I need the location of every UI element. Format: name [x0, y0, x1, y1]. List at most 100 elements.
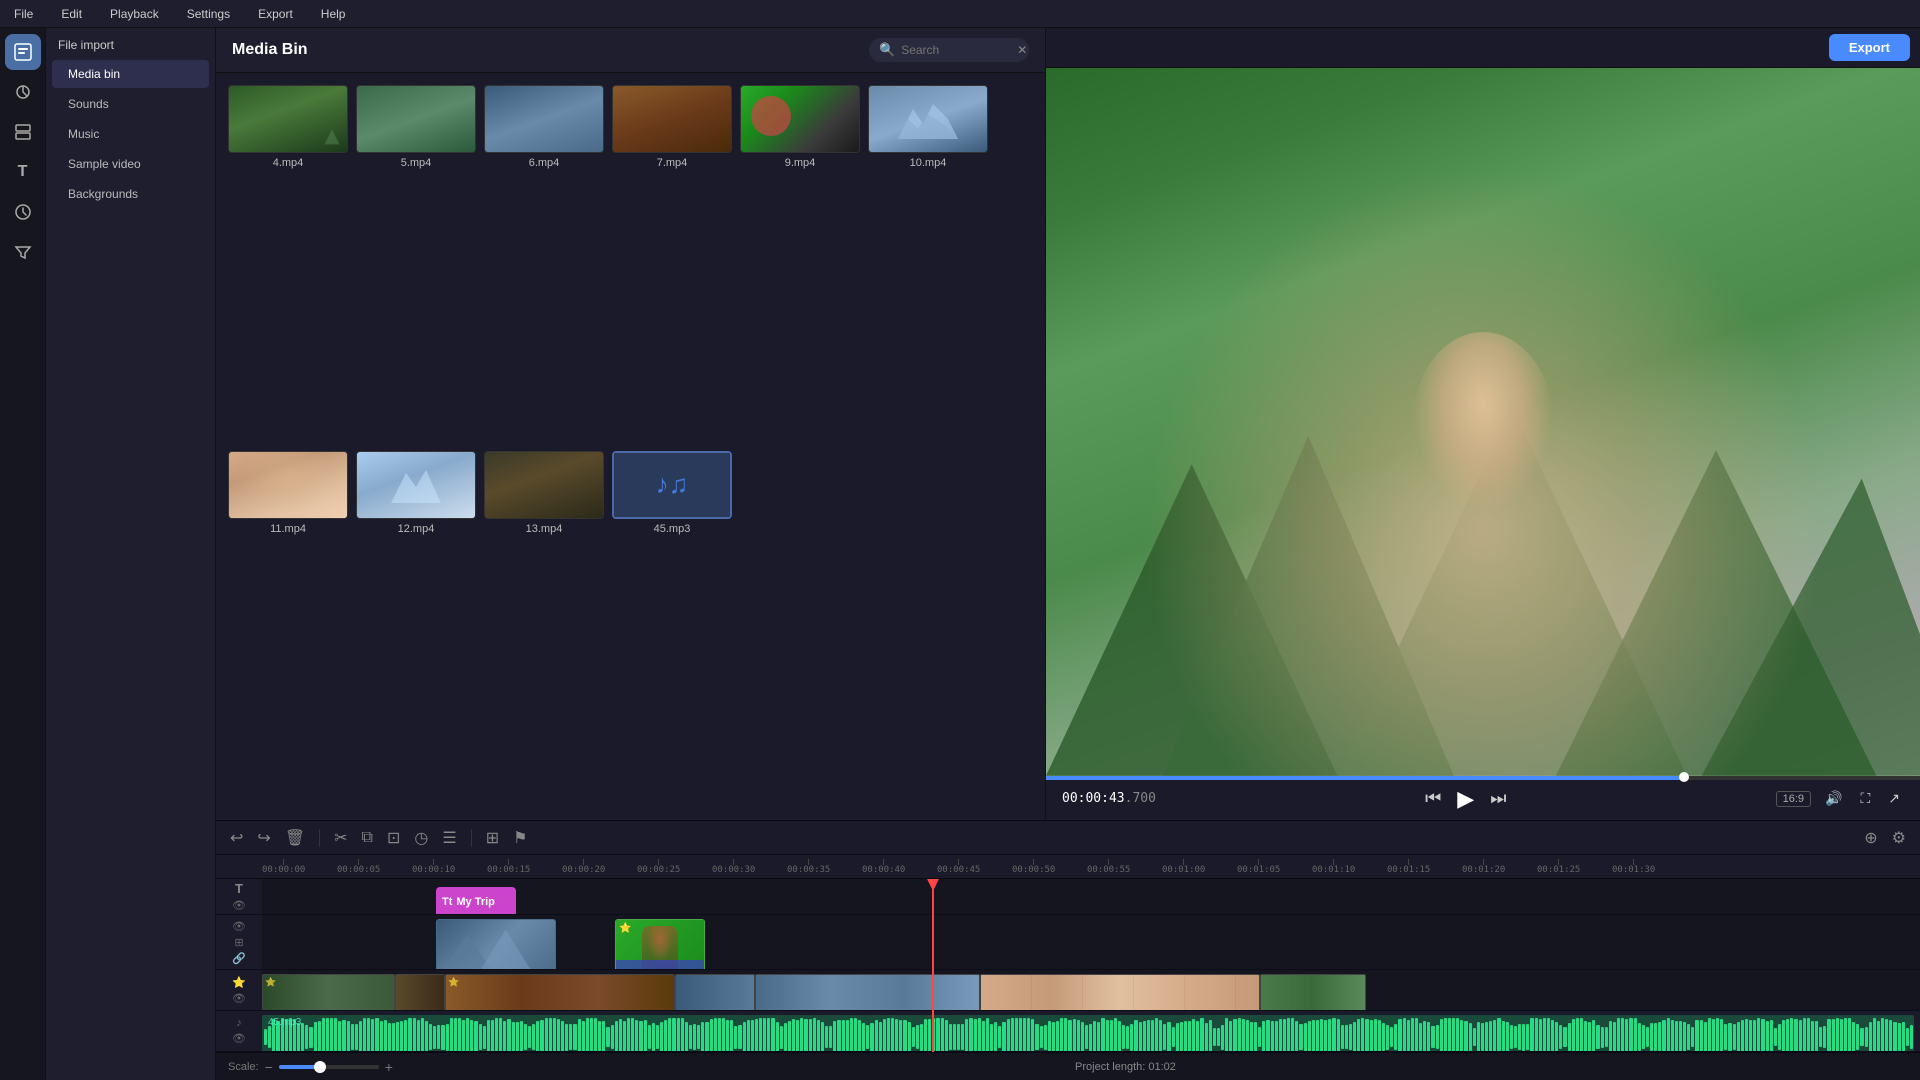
- volume-icon[interactable]: 🔊: [1821, 788, 1846, 809]
- search-clear-btn[interactable]: ✕: [1017, 43, 1027, 57]
- media-item-12[interactable]: 12.mp4: [356, 451, 476, 809]
- nav-media-bin[interactable]: Media bin: [52, 60, 209, 88]
- overlay-link-icon[interactable]: ⊞: [234, 936, 243, 949]
- copy-btn[interactable]: ⧉: [358, 827, 377, 849]
- toolbar-separator-1: [319, 829, 320, 847]
- media-item-45[interactable]: ♪♫ 45.mp3: [612, 451, 732, 809]
- media-item-11[interactable]: 11.mp4: [228, 451, 348, 809]
- waveform-clip[interactable]: 45.mp3: [262, 1015, 1914, 1051]
- menu-settings[interactable]: Settings: [181, 5, 236, 23]
- main-video-track-content[interactable]: ⭐ ⭐: [262, 970, 1920, 1010]
- media-thumb-11: [228, 451, 348, 519]
- scale-minus-icon[interactable]: −: [265, 1059, 273, 1075]
- sidebar-time-btn[interactable]: [5, 194, 41, 230]
- nav-sample-video[interactable]: Sample video: [52, 150, 209, 178]
- project-length: Project length: 01:02: [1075, 1061, 1176, 1073]
- media-item-13[interactable]: 13.mp4: [484, 451, 604, 809]
- main-video-track-controls: ⭐ 👁: [216, 970, 262, 1010]
- external-btn[interactable]: ↗: [1884, 788, 1904, 809]
- timeline-section: ↩ ↪ 🗑 ✂ ⧉ ⊡ ◷ ☰ ⊞ ⚑ ⊕ ⚙: [216, 820, 1920, 1080]
- scale-slider-wrap: Scale: − +: [228, 1059, 393, 1075]
- preview-progress-bar[interactable]: [1046, 776, 1920, 780]
- search-input[interactable]: [901, 43, 1011, 57]
- overlay-track-controls: 👁 ⊞ 🔗: [216, 915, 262, 969]
- cut-btn[interactable]: ✂: [330, 826, 351, 850]
- nav-music[interactable]: Music: [52, 120, 209, 148]
- main-clip-5[interactable]: [755, 974, 980, 1010]
- media-grid: 4.mp4 5.mp4: [216, 73, 1045, 820]
- add-track-btn[interactable]: ⊕: [1860, 826, 1881, 850]
- nav-sounds[interactable]: Sounds: [52, 90, 209, 118]
- sidebar-text-btn[interactable]: T: [5, 154, 41, 190]
- media-label-5: 5.mp4: [401, 157, 432, 169]
- settings-btn2[interactable]: ⚙: [1888, 826, 1910, 850]
- main-clip-7[interactable]: [1260, 974, 1366, 1010]
- scale-plus-icon[interactable]: +: [385, 1059, 393, 1075]
- menu-file[interactable]: File: [8, 5, 39, 23]
- waveform-container[interactable]: 45.mp3: [262, 1011, 1920, 1051]
- media-item-6[interactable]: 6.mp4: [484, 85, 604, 443]
- redo-btn[interactable]: ↪: [253, 826, 274, 850]
- sidebar-effects-btn[interactable]: [5, 74, 41, 110]
- overlay-lock-icon[interactable]: 🔗: [232, 952, 246, 965]
- playhead[interactable]: [932, 879, 934, 1052]
- menu-export[interactable]: Export: [252, 5, 299, 23]
- timeline-ruler: 00:00:00 00:00:05 00:00:10 00:00:15 00:0…: [216, 855, 1920, 879]
- title-clip-prefix: Tt: [442, 896, 452, 908]
- sidebar-layers-btn[interactable]: [5, 114, 41, 150]
- crop-btn[interactable]: ⊡: [383, 826, 404, 850]
- play-btn[interactable]: ▶: [1453, 784, 1478, 814]
- ruler-mark-2: 00:00:10: [412, 859, 455, 875]
- title-clip-label: My Trip: [456, 896, 495, 908]
- overlay-clip-green[interactable]: ⭐: [615, 919, 705, 969]
- ruler-mark-14: 00:01:10: [1312, 859, 1355, 875]
- menu-help[interactable]: Help: [315, 5, 352, 23]
- waveform-label: 45.mp3: [268, 1017, 301, 1028]
- export-button[interactable]: Export: [1829, 34, 1910, 61]
- sidebar-media-btn[interactable]: [5, 34, 41, 70]
- main-clip-1[interactable]: ⭐: [262, 974, 395, 1010]
- media-label-9: 9.mp4: [785, 157, 816, 169]
- media-item-5[interactable]: 5.mp4: [356, 85, 476, 443]
- search-icon: 🔍: [879, 42, 895, 58]
- sidebar-filter-btn[interactable]: [5, 234, 41, 270]
- aspect-ratio-badge[interactable]: 16:9: [1776, 791, 1811, 807]
- ruler-mark-6: 00:00:30: [712, 859, 755, 875]
- title-track-eye-icon[interactable]: 👁: [232, 899, 246, 912]
- ruler-mark-12: 00:01:00: [1162, 859, 1205, 875]
- title-clip[interactable]: Tt My Trip: [436, 887, 516, 914]
- undo-btn[interactable]: ↩: [226, 826, 247, 850]
- media-thumb-7: [612, 85, 732, 153]
- media-item-7[interactable]: 7.mp4: [612, 85, 732, 443]
- main-eye-icon[interactable]: 👁: [232, 992, 246, 1005]
- delete-btn[interactable]: 🗑: [281, 826, 309, 850]
- scale-slider[interactable]: [279, 1065, 379, 1069]
- media-item-4[interactable]: 4.mp4: [228, 85, 348, 443]
- title-track-content[interactable]: Tt My Trip: [262, 879, 1920, 914]
- main-star-icon: ⭐: [232, 976, 246, 989]
- overlay-eye-icon[interactable]: 👁: [232, 920, 246, 933]
- menu-playback[interactable]: Playback: [104, 5, 165, 23]
- media-label-13: 13.mp4: [526, 523, 563, 535]
- insert-btn[interactable]: ⊞: [482, 826, 503, 850]
- speed-btn[interactable]: ◷: [410, 826, 432, 850]
- fullscreen-btn[interactable]: ⛶: [1856, 788, 1874, 809]
- media-item-9[interactable]: 9.mp4: [740, 85, 860, 443]
- main-clip-2[interactable]: [395, 974, 445, 1010]
- main-clip-3[interactable]: ⭐: [445, 974, 675, 1010]
- media-item-10[interactable]: 10.mp4: [868, 85, 988, 443]
- main-clip-4[interactable]: [675, 974, 755, 1010]
- skip-start-btn[interactable]: ⏮: [1421, 786, 1445, 811]
- menu-edit[interactable]: Edit: [55, 5, 88, 23]
- list-btn[interactable]: ☰: [438, 826, 460, 850]
- overlay-clip-mountain[interactable]: [436, 919, 556, 969]
- flag-btn[interactable]: ⚑: [509, 826, 531, 850]
- overlay-track-content[interactable]: ⭐: [262, 915, 1920, 969]
- skip-end-btn[interactable]: ⏭: [1486, 786, 1510, 811]
- search-box[interactable]: 🔍 ✕: [869, 38, 1029, 62]
- audio-eye-icon[interactable]: 👁: [232, 1032, 246, 1045]
- main-clip-6[interactable]: [980, 974, 1260, 1010]
- nav-backgrounds[interactable]: Backgrounds: [52, 180, 209, 208]
- ruler-content[interactable]: 00:00:00 00:00:05 00:00:10 00:00:15 00:0…: [262, 855, 1920, 878]
- file-import-header[interactable]: File import: [46, 32, 215, 58]
